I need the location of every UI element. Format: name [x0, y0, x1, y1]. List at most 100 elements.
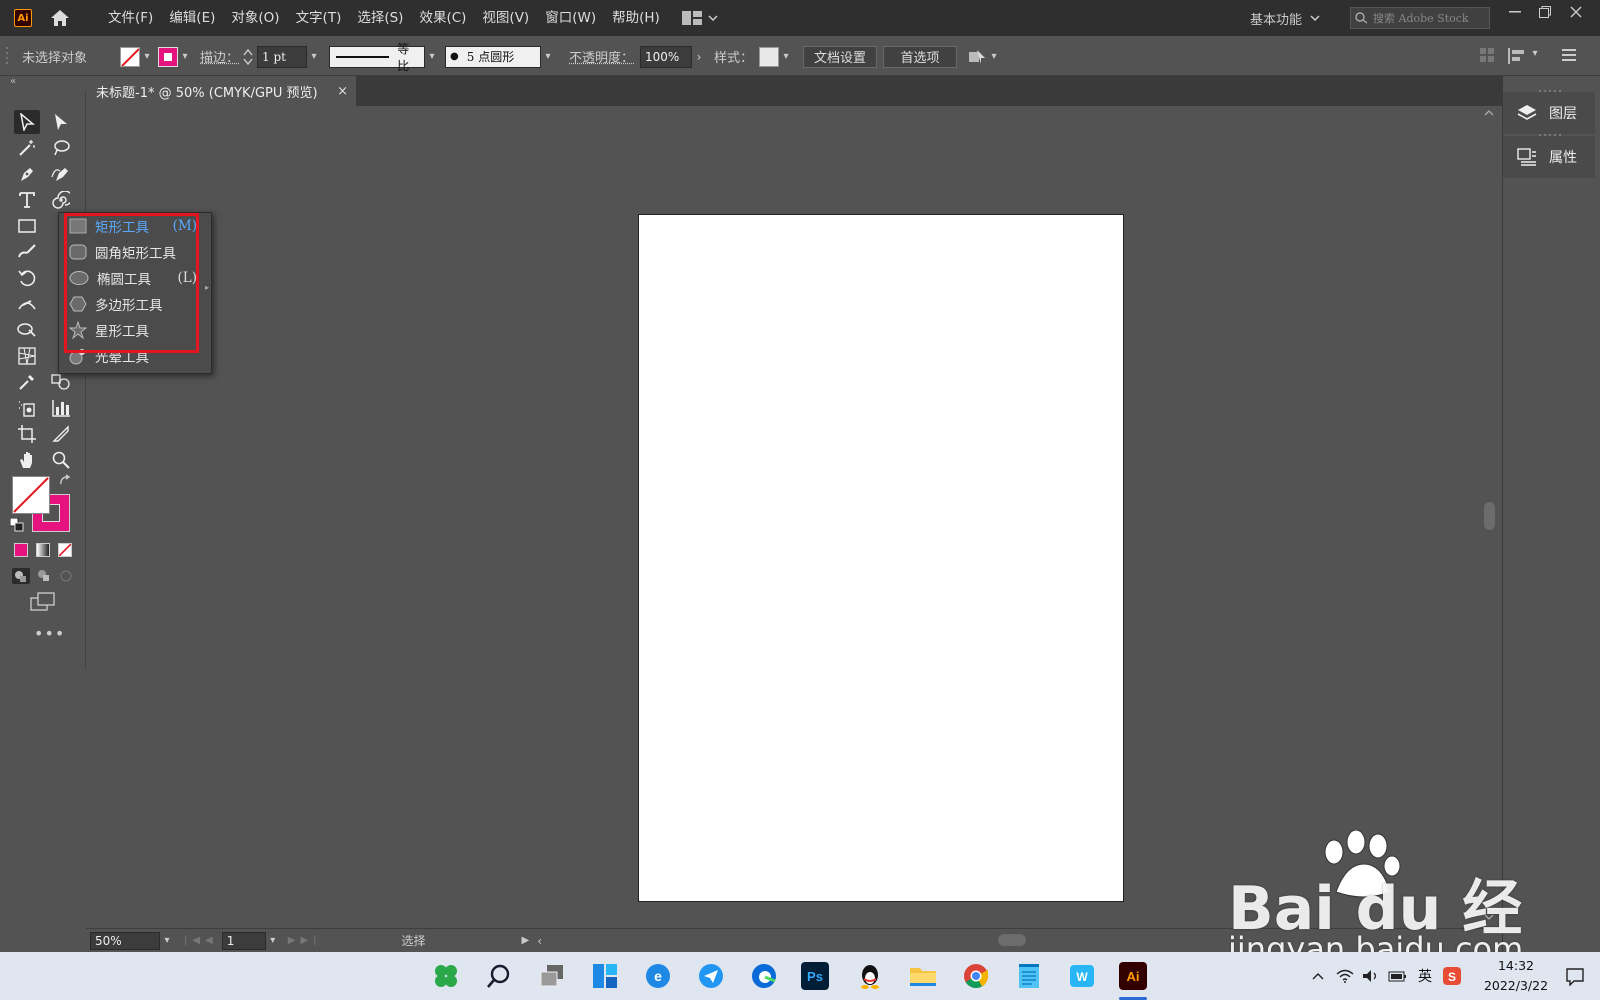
panel-menu-icon[interactable] — [1562, 49, 1576, 61]
flyout-rectangle-tool[interactable]: 矩形工具 (M) — [59, 213, 209, 239]
align-grid-icon[interactable] — [1480, 48, 1494, 62]
artboard[interactable] — [638, 214, 1124, 902]
color-mode-button[interactable] — [14, 543, 28, 557]
document-tab[interactable]: 未标题-1* @ 50% (CMYK/GPU 预览) × — [86, 76, 356, 106]
menu-object[interactable]: 对象(O) — [223, 0, 287, 36]
graphic-style-swatch[interactable] — [759, 46, 780, 67]
menu-edit[interactable]: 编辑(E) — [161, 0, 223, 36]
notepad-button[interactable] — [1013, 960, 1045, 992]
task-view-button[interactable] — [536, 960, 568, 992]
photoshop-button[interactable]: Ps — [801, 962, 829, 990]
close-tab-button[interactable]: × — [337, 84, 348, 99]
zoom-tool[interactable] — [48, 448, 74, 472]
menu-window[interactable]: 窗口(W) — [537, 0, 604, 36]
slice-tool[interactable] — [48, 422, 74, 446]
stroke-weight-dropdown[interactable]: ▾ — [307, 51, 321, 62]
graphic-style-dropdown[interactable]: ▾ — [779, 51, 793, 62]
screen-mode-icon[interactable] — [30, 592, 56, 612]
perspective-grid-tool[interactable] — [14, 344, 40, 368]
canvas-area[interactable] — [86, 106, 1481, 928]
flyout-star-tool[interactable]: 星形工具 — [59, 317, 209, 343]
edit-toolbar-button[interactable]: ••• — [34, 624, 65, 643]
page-dropdown[interactable]: ▾ — [266, 935, 280, 946]
vertical-scrollbar[interactable] — [1481, 106, 1497, 928]
magic-wand-tool[interactable] — [14, 136, 40, 160]
flyout-rounded-rectangle-tool[interactable]: 圆角矩形工具 — [59, 239, 209, 265]
curvature-tool[interactable] — [48, 162, 74, 186]
stroke-label[interactable]: 描边： — [200, 47, 239, 66]
menu-select[interactable]: 选择(S) — [349, 0, 411, 36]
menu-view[interactable]: 视图(V) — [474, 0, 537, 36]
shape-builder-tool[interactable] — [14, 318, 40, 342]
arrange-documents-button[interactable] — [681, 11, 718, 25]
stroke-profile-select[interactable]: 等比 — [329, 42, 426, 73]
brush-dropdown[interactable]: ▾ — [541, 51, 555, 62]
lasso-tool[interactable] — [48, 136, 74, 160]
fill-dropdown[interactable]: ▾ — [140, 51, 154, 62]
align-dropdown[interactable]: ▾ — [1528, 48, 1542, 59]
swap-colors-icon[interactable] — [58, 474, 72, 488]
document-setup-button[interactable]: 文档设置 — [803, 45, 878, 68]
gradient-mode-button[interactable] — [36, 543, 50, 557]
ime-indicator[interactable]: 英 — [1418, 966, 1432, 986]
sogou-icon[interactable]: S — [1442, 966, 1462, 986]
stock-search-input[interactable]: 搜索 Adobe Stock — [1350, 7, 1490, 29]
draw-behind-icon[interactable] — [36, 568, 52, 584]
file-explorer-button[interactable] — [907, 960, 939, 992]
stroke-color-dropdown[interactable]: ▾ — [178, 51, 192, 62]
scroll-down-icon[interactable] — [1484, 914, 1494, 920]
column-graph-tool[interactable] — [48, 396, 74, 420]
battery-icon[interactable] — [1388, 969, 1408, 983]
start-button[interactable] — [430, 960, 462, 992]
flyout-tearoff-arrow[interactable]: ▸ — [205, 283, 209, 292]
stroke-profile-dropdown[interactable]: ▾ — [425, 51, 439, 62]
opacity-expand-button[interactable]: › — [692, 50, 706, 64]
home-button[interactable] — [48, 6, 72, 30]
wps-button[interactable]: W — [1066, 960, 1098, 992]
chevron-up-icon[interactable] — [1312, 972, 1324, 980]
flyout-polygon-tool[interactable]: 多边形工具 — [59, 291, 209, 317]
preferences-button[interactable]: 首选项 — [883, 45, 958, 68]
illustrator-taskbar-button[interactable]: Ai — [1119, 962, 1147, 990]
arrange-dropdown[interactable]: ▾ — [987, 51, 1001, 62]
menu-help[interactable]: 帮助(H) — [604, 0, 668, 36]
notification-icon[interactable] — [1566, 968, 1584, 986]
artboard-tool[interactable] — [14, 422, 40, 446]
taskbar-clock[interactable]: 14:32 2022/3/22 — [1480, 956, 1552, 996]
flyout-ellipse-tool[interactable]: 椭圆工具 (L) — [59, 265, 209, 291]
draw-inside-icon[interactable] — [58, 568, 74, 584]
first-page-button[interactable]: |◀◀ — [184, 935, 218, 946]
draw-normal-button[interactable] — [12, 568, 30, 584]
align-left-icon[interactable] — [1508, 48, 1526, 64]
default-colors-icon[interactable] — [10, 518, 24, 532]
direct-selection-tool[interactable] — [48, 110, 74, 134]
last-page-button[interactable]: ▶▶| — [288, 935, 322, 946]
spiral-tool[interactable] — [48, 188, 74, 212]
stroke-swatch[interactable] — [158, 46, 178, 67]
menu-file[interactable]: 文件(F) — [100, 0, 161, 36]
stepper-icon[interactable] — [243, 48, 253, 66]
status-menu-arrow[interactable]: ▶ — [522, 935, 530, 946]
width-tool[interactable] — [14, 292, 40, 316]
arrange-icon[interactable] — [967, 48, 987, 66]
pen-tool[interactable] — [14, 162, 40, 186]
hand-tool[interactable] — [14, 448, 40, 472]
type-tool[interactable] — [14, 188, 40, 212]
menu-type[interactable]: 文字(T) — [288, 0, 350, 36]
wifi-icon[interactable] — [1336, 969, 1354, 983]
widgets-button[interactable] — [589, 960, 621, 992]
opacity-label[interactable]: 不透明度： — [569, 47, 634, 66]
layers-panel-button[interactable]: 图层 — [1503, 92, 1595, 134]
close-window-button[interactable] — [1561, 0, 1591, 24]
opacity-input[interactable]: 100% — [640, 45, 693, 68]
hscroll-left-icon[interactable]: ‹ — [537, 934, 542, 948]
fill-color-swatch[interactable] — [12, 476, 50, 514]
brush-select[interactable]: ● 5 点圆形 — [445, 45, 542, 68]
edge-legacy-button[interactable]: e — [642, 960, 674, 992]
paintbrush-tool[interactable] — [14, 240, 40, 264]
vertical-scroll-thumb[interactable] — [1484, 502, 1495, 530]
scroll-up-icon[interactable] — [1484, 110, 1494, 116]
menu-effect[interactable]: 效果(C) — [411, 0, 474, 36]
tools-collapse-strip[interactable]: « — [6, 76, 86, 90]
eyedropper-tool[interactable] — [14, 370, 40, 394]
